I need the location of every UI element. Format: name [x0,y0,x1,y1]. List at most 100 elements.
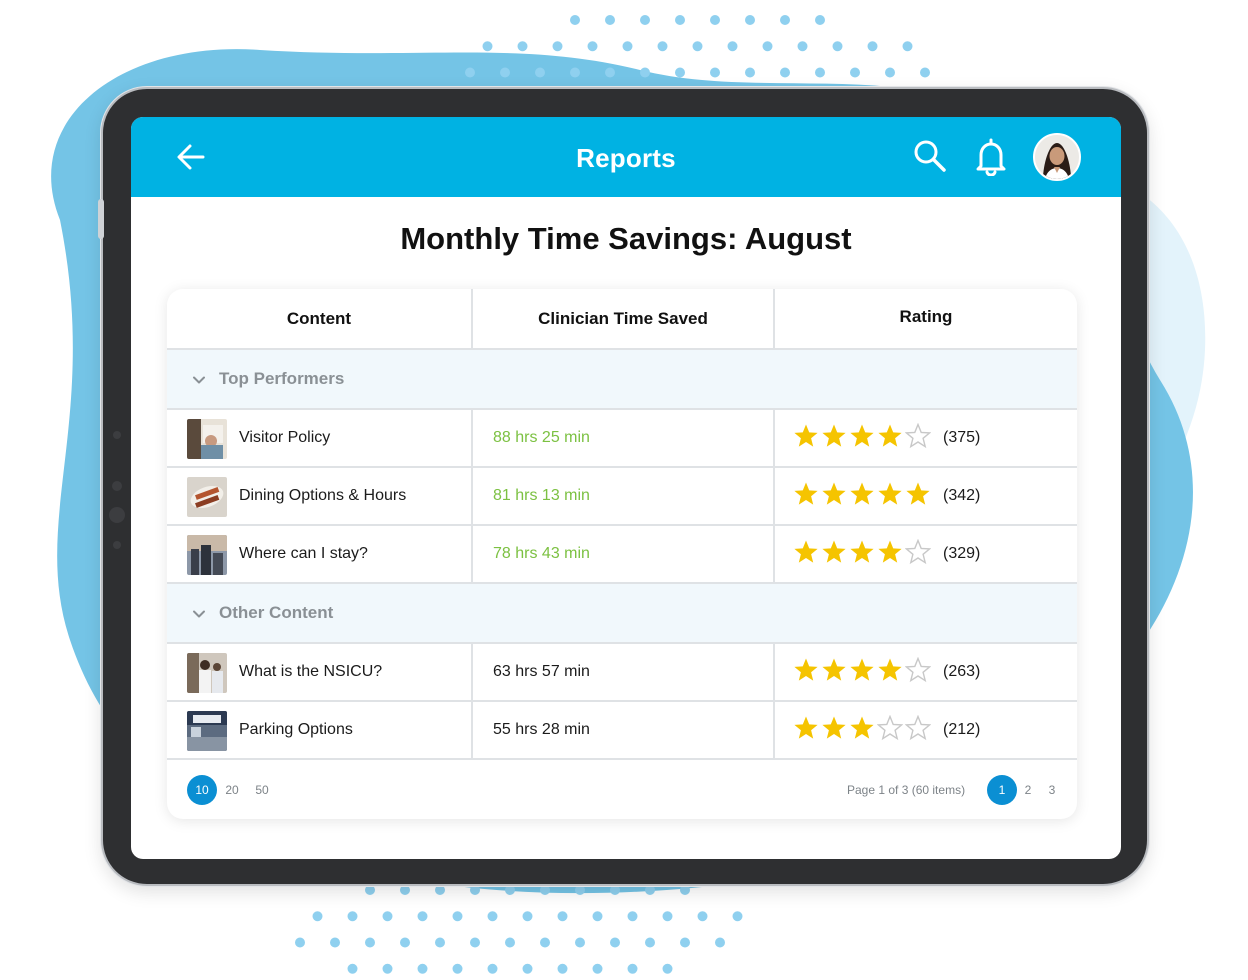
background-dot [645,885,655,895]
background-dot [610,937,620,948]
content-name: What is the NSICU? [239,663,383,680]
star-filled-icon [794,716,818,739]
star-rating [793,481,933,511]
group-row-other-content[interactable]: Other Content [167,584,1077,644]
star-rating [793,657,933,687]
background-dot [627,911,638,922]
background-dot [570,67,580,78]
group-label: Other Content [219,603,334,622]
time-saved: 55 hrs 28 min [493,721,590,738]
time-saved: 78 hrs 43 min [493,545,590,562]
star-empty-icon [877,715,903,741]
star-empty-icon [905,715,931,741]
table-row[interactable]: Dining Options & Hours 81 hrs 13 min (34… [167,468,1077,526]
background-dot [797,41,808,52]
chevron-down-icon [193,376,205,384]
background-dot [417,911,428,922]
background-dot [680,937,690,948]
page-size-50[interactable]: 50 [247,775,277,805]
column-divider [471,289,473,350]
background-dot [400,937,410,948]
page-button-3[interactable]: 3 [1037,775,1067,805]
thumbnail-where-to-stay [187,535,227,575]
home-dot [109,507,125,523]
background-dot [762,41,773,52]
background-dot [470,885,480,895]
background-dot [745,67,755,78]
star-empty-icon [905,423,931,449]
star-filled-icon [822,540,846,563]
background-dot [727,41,738,52]
background-dot [295,937,305,948]
background-dot [435,885,445,895]
background-dot [482,41,493,52]
group-row-top-performers[interactable]: Top Performers [167,350,1077,410]
background-dot [627,963,638,974]
star-filled-icon [850,482,874,505]
background-dot [365,937,375,948]
background-dots-bottom [295,885,743,974]
table-row[interactable]: What is the NSICU? 63 hrs 57 min (263) [167,644,1077,702]
background-dot [680,885,690,895]
page-size-10[interactable]: 10 [187,775,217,805]
star-filled-icon [794,658,818,681]
background-dot [382,963,393,974]
background-dot [715,937,725,948]
background-dot [832,41,843,52]
page-size-20[interactable]: 20 [217,775,247,805]
page-info: Page 1 of 3 (60 items) [847,783,966,797]
background-dot [330,937,340,948]
background-dot [400,885,410,895]
background-dot [517,41,528,52]
background-dot [575,937,585,948]
background-dot [487,911,498,922]
table-row[interactable]: Visitor Policy 88 hrs 25 min (375) [167,410,1077,468]
time-saved: 63 hrs 57 min [493,663,590,680]
background-dot [435,937,445,948]
rating-count: (375) [943,429,981,446]
table-header: Content Clinician Time Saved Rating [167,289,1077,350]
background-dot [487,963,498,974]
background-dot [365,885,375,895]
background-dot [815,15,825,25]
background-dot [452,963,463,974]
column-header-rating[interactable]: Rating [775,289,1077,347]
column-divider [773,289,775,350]
background-dot [662,963,673,974]
app-screen: Reports Monthly Time Savings: August Con… [131,117,1121,859]
search-icon[interactable] [913,139,947,173]
sensor-dot [112,481,122,491]
background-dot [605,67,615,78]
star-filled-icon [794,482,818,505]
star-empty-icon [905,539,931,565]
star-filled-icon [878,482,902,505]
background-dot [522,911,533,922]
table-row[interactable]: Parking Options 55 hrs 28 min (212) [167,702,1077,760]
page-title: Monthly Time Savings: August [400,221,852,256]
side-button [98,199,104,239]
star-filled-icon [906,482,930,505]
background-dot [592,963,603,974]
star-filled-icon [822,716,846,739]
rating-count: (212) [943,721,981,738]
bell-icon[interactable] [973,138,1009,176]
table-row[interactable]: Where can I stay? 78 hrs 43 min (329) [167,526,1077,584]
user-avatar[interactable] [1033,133,1081,181]
background-dot [347,963,358,974]
background-dot [675,67,685,78]
content-name: Where can I stay? [239,545,368,562]
column-header-time-saved[interactable]: Clinician Time Saved [473,289,773,349]
thumbnail-parking [187,711,227,751]
background-dot [780,15,790,25]
thumbnail-visitor-policy [187,419,227,459]
rating-count: (342) [943,487,981,504]
avatar-icon [1035,135,1079,179]
background-dot [622,41,633,52]
background-dot [745,15,755,25]
background-dot [850,67,860,78]
background-dot [470,937,480,948]
column-header-content[interactable]: Content [167,289,471,349]
star-filled-icon [850,424,874,447]
thumbnail-dining-options [187,477,227,517]
background-dot [710,15,720,25]
